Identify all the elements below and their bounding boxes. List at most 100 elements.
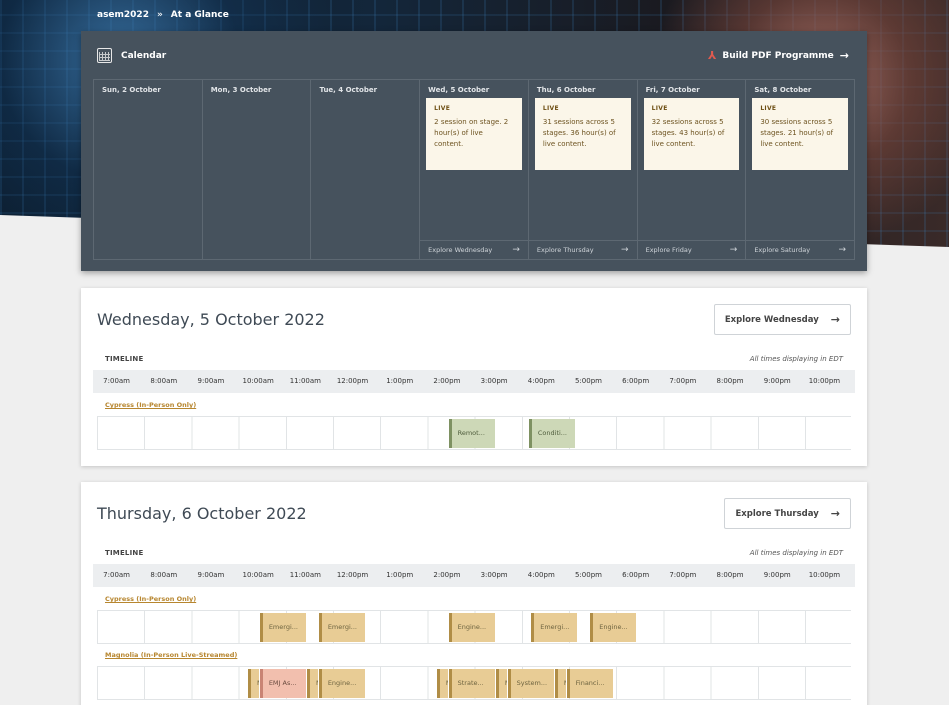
arrow-right-icon: → — [830, 507, 840, 520]
day-summary-card[interactable]: LIVE 30 sessions across 5 stages. 21 hou… — [752, 98, 849, 170]
hour-label: 8:00am — [150, 377, 178, 385]
session-block[interactable]: Strate... — [448, 669, 495, 698]
hour-label: 1:00pm — [386, 377, 414, 385]
session-block[interactable]: Engine... — [590, 613, 637, 642]
day-column-wed: Wed, 5 October LIVE 2 session on stage. … — [420, 80, 529, 259]
arrow-right-icon: → — [729, 245, 738, 255]
stage-link-cypress[interactable]: Cypress (In-Person Only) — [105, 595, 196, 603]
hour-label: 1:00pm — [386, 571, 414, 579]
hour-label: 6:00pm — [622, 571, 650, 579]
timeline-label: TIMELINE — [105, 355, 144, 363]
live-badge: LIVE — [434, 105, 451, 112]
hour-label: 7:00am — [103, 377, 130, 385]
calendar-header: Calendar — [97, 48, 166, 63]
day-label: Sat, 8 October — [754, 86, 812, 94]
arrow-right-icon: → — [838, 245, 847, 255]
day-label: Sun, 2 October — [102, 86, 161, 94]
hour-label: 10:00pm — [808, 571, 841, 579]
day-column-sat: Sat, 8 October LIVE 30 sessions across 5… — [746, 80, 855, 259]
day-column-tue: Tue, 4 October — [311, 80, 421, 259]
hour-label: 9:00pm — [763, 377, 791, 385]
session-block[interactable]: EMJ As... — [259, 669, 307, 698]
day-summary-text: 31 sessions across 5 stages. 36 hour(s) … — [542, 118, 616, 148]
session-block[interactable]: Emergi... — [318, 613, 366, 642]
session-block[interactable]: Emergi... — [259, 613, 307, 642]
arrow-right-icon: → — [512, 245, 520, 255]
session-block[interactable]: M — [248, 669, 259, 698]
session-block[interactable]: Financi... — [566, 669, 613, 698]
session-block[interactable]: M — [495, 669, 507, 698]
stage-track: Remot... Conditi... — [97, 416, 851, 450]
wednesday-section: Wednesday, 5 October 2022 Explore Wednes… — [81, 288, 867, 466]
session-block[interactable]: Emergi... — [531, 613, 578, 642]
pdf-icon: ⅄ — [708, 49, 717, 62]
session-block[interactable]: Engine... — [318, 669, 366, 698]
day-summary-card[interactable]: LIVE 2 session on stage. 2 hour(s) of li… — [426, 98, 522, 170]
session-block[interactable]: M — [307, 669, 318, 698]
day-summary-card[interactable]: LIVE 32 sessions across 5 stages. 43 hou… — [643, 98, 740, 170]
hour-label: 9:00pm — [763, 571, 791, 579]
section-title: Thursday, 6 October 2022 — [97, 504, 307, 523]
session-block[interactable]: System... — [507, 669, 554, 698]
build-pdf-label: Build PDF Programme — [722, 50, 834, 61]
day-summary-text: 2 session on stage. 2 hour(s) of live co… — [434, 118, 509, 148]
day-label: Wed, 5 October — [428, 86, 490, 94]
timezone-note: All times displaying in EDT — [749, 355, 843, 363]
build-pdf-button[interactable]: ⅄ Build PDF Programme → — [708, 49, 849, 62]
hour-label: 10:00pm — [808, 377, 841, 385]
breadcrumb-current: At a Glance — [170, 10, 229, 20]
hour-label: 8:00am — [150, 571, 178, 579]
hour-label: 4:00pm — [527, 571, 555, 579]
hour-label: 12:00pm — [336, 377, 369, 385]
explore-wednesday-link[interactable]: Explore Wednesday → — [420, 240, 528, 259]
calendar-days: Sun, 2 October Mon, 3 October Tue, 4 Oct… — [93, 79, 855, 260]
session-block[interactable]: Remot... — [448, 419, 495, 448]
hour-label: 9:00am — [197, 571, 225, 579]
section-title: Wednesday, 5 October 2022 — [97, 310, 325, 329]
stage-link-magnolia[interactable]: Magnolia (In-Person Live-Streamed) — [105, 651, 237, 659]
hour-label: 10:00am — [242, 571, 274, 579]
calendar-icon — [97, 48, 112, 63]
arrow-right-icon: → — [830, 313, 840, 326]
explore-saturday-link[interactable]: Explore Saturday → — [746, 240, 855, 259]
explore-thursday-link[interactable]: Explore Thursday → — [528, 240, 637, 259]
hour-label: 9:00am — [197, 377, 225, 385]
hour-label: 3:00pm — [480, 571, 508, 579]
live-badge: LIVE — [542, 105, 559, 112]
explore-link-label: Explore Wednesday — [428, 246, 493, 254]
day-column-fri: Fri, 7 October LIVE 32 sessions across 5… — [637, 80, 747, 259]
arrow-right-icon: → — [621, 245, 629, 255]
timezone-note: All times displaying in EDT — [749, 549, 843, 557]
explore-link-label: Explore Saturday — [754, 246, 811, 254]
session-block[interactable]: M — [436, 669, 448, 698]
day-label: Thu, 6 October — [536, 86, 596, 94]
hour-label: 12:00pm — [336, 571, 369, 579]
hour-label: 5:00pm — [574, 377, 602, 385]
day-summary-card[interactable]: LIVE 31 sessions across 5 stages. 36 hou… — [534, 98, 631, 170]
breadcrumb-root-link[interactable]: asem2022 — [97, 10, 149, 20]
hour-label: 3:00pm — [480, 377, 508, 385]
timeline-label: TIMELINE — [105, 549, 144, 557]
explore-wednesday-button[interactable]: Explore Wednesday → — [713, 304, 851, 335]
hours-row: 7:00am 8:00am 9:00am 10:00am 11:00am 12:00pm 1… — [93, 370, 855, 393]
calendar-title: Calendar — [121, 50, 167, 61]
calendar-panel: Calendar ⅄ Build PDF Programme → Sun, 2 … — [81, 31, 867, 271]
live-badge: LIVE — [651, 105, 668, 112]
day-summary-text: 30 sessions across 5 stages. 21 hour(s) … — [760, 118, 834, 148]
explore-thursday-button[interactable]: Explore Thursday → — [724, 498, 851, 529]
day-column-mon: Mon, 3 October — [203, 80, 312, 259]
session-block[interactable]: M — [554, 669, 566, 698]
hour-label: 2:00pm — [433, 571, 461, 579]
hour-label: 8:00pm — [716, 571, 744, 579]
session-block[interactable]: Conditi... — [528, 419, 576, 448]
hour-label: 7:00am — [103, 571, 130, 579]
stage-link-cypress[interactable]: Cypress (In-Person Only) — [105, 401, 196, 409]
session-block[interactable]: Engine... — [448, 613, 495, 642]
hour-label: 11:00am — [289, 571, 321, 579]
explore-friday-link[interactable]: Explore Friday → — [637, 240, 746, 259]
breadcrumb: asem2022 » At a Glance — [97, 10, 229, 20]
day-column-sun: Sun, 2 October — [94, 80, 203, 259]
hours-row: 7:00am 8:00am 9:00am 10:00am 11:00am 12:00pm 1… — [93, 564, 855, 587]
arrow-right-icon: → — [839, 49, 849, 62]
explore-link-label: Explore Thursday — [536, 246, 594, 254]
